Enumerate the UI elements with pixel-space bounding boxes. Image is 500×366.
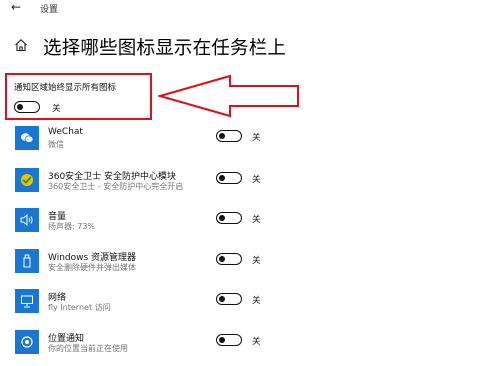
toggle-knob: [219, 174, 225, 181]
title-bar: ← 设置: [0, 0, 500, 18]
app-subtitle: 你的位置当前正在使用: [48, 344, 128, 353]
toggle-knob: [219, 295, 225, 302]
location-icon: [15, 330, 39, 354]
page-title: 选择哪些图标显示在任务栏上: [43, 38, 287, 59]
toggle-state: 关: [252, 215, 261, 225]
360-security-icon: [15, 168, 39, 192]
toggle-state: 关: [252, 175, 261, 185]
app-subtitle: 安全删除硬件并弹出媒体: [48, 263, 136, 272]
app-subtitle: fly Internet 访问: [48, 303, 111, 312]
toggle-knob: [219, 255, 225, 262]
app-toggle[interactable]: [216, 172, 242, 184]
window-title: 设置: [40, 5, 59, 15]
toggle-state: 关: [252, 296, 261, 306]
toggle-knob: [219, 132, 225, 139]
app-name: WeChat: [48, 127, 83, 137]
home-icon[interactable]: [14, 38, 28, 52]
app-subtitle: 微信: [48, 140, 64, 149]
annotation-arrow: [158, 74, 299, 118]
always-show-toggle[interactable]: [14, 101, 40, 113]
app-subtitle: 360安全卫士 - 安全防护中心完全开启: [48, 182, 184, 191]
toggle-knob: [219, 214, 225, 221]
usb-eject-icon: [15, 249, 39, 273]
app-toggle[interactable]: [216, 293, 242, 305]
toggle-knob: [17, 103, 23, 110]
app-toggle[interactable]: [216, 334, 242, 346]
app-row-volume: 音量 扬声器: 73% 关: [0, 208, 500, 244]
network-icon: [15, 289, 39, 313]
app-row-network: 网络 fly Internet 访问 关: [0, 289, 500, 325]
app-toggle[interactable]: [216, 253, 242, 265]
volume-icon: [15, 208, 39, 232]
app-subtitle: 扬声器: 73%: [48, 222, 96, 231]
app-row-wechat: WeChat 微信 关: [0, 126, 500, 162]
always-show-state: 关: [52, 104, 61, 114]
app-toggle[interactable]: [216, 130, 242, 142]
back-button[interactable]: ←: [8, 0, 24, 14]
toggle-state: 关: [252, 256, 261, 266]
wechat-icon: [15, 126, 39, 150]
app-row-location: 位置通知 你的位置当前正在使用 关: [0, 330, 500, 366]
app-row-explorer: Windows 资源管理器 安全删除硬件并弹出媒体 关: [0, 249, 500, 285]
app-row-360-security: 360安全卫士 安全防护中心模块 360安全卫士 - 安全防护中心完全开启 关: [0, 168, 500, 204]
always-show-label: 通知区域始终显示所有图标: [14, 83, 117, 93]
app-toggle[interactable]: [216, 212, 242, 224]
toggle-state: 关: [252, 133, 261, 143]
toggle-knob: [219, 336, 225, 343]
toggle-state: 关: [252, 337, 261, 347]
